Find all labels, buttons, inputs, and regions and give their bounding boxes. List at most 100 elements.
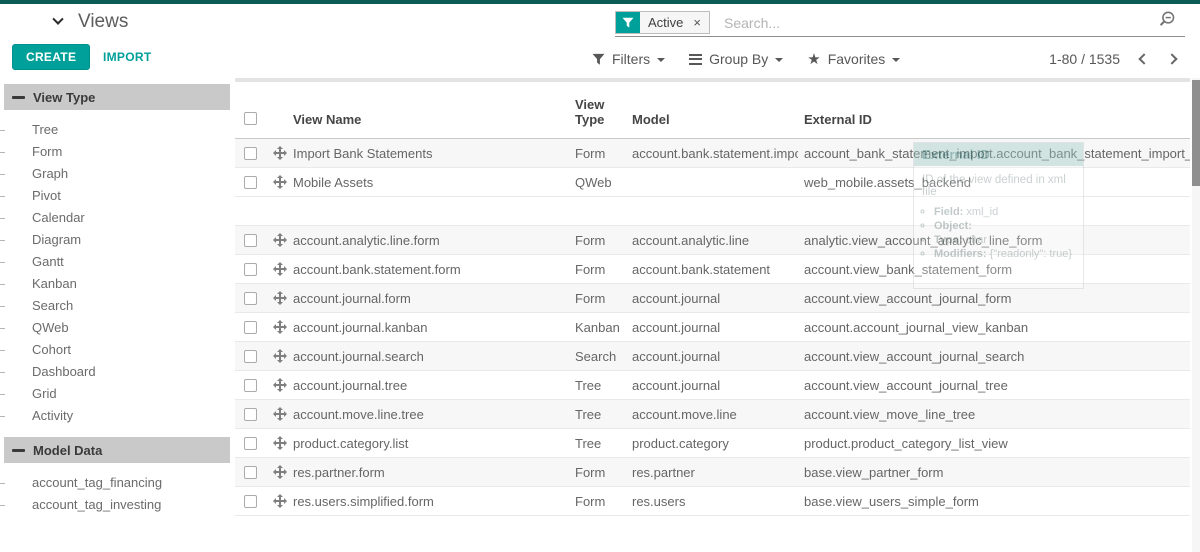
row-checkbox[interactable] [244,263,257,276]
row-checkbox[interactable] [244,176,257,189]
pager-prev-icon[interactable] [1138,53,1149,64]
scrollbar-thumb[interactable] [1192,80,1200,186]
view-name-cell: account.move.line.tree [291,407,569,422]
sidebar-item-tree[interactable]: Tree [0,119,235,141]
table-row-empty [235,197,1190,226]
filters-dropdown[interactable]: Filters [592,51,665,67]
row-checkbox[interactable] [244,234,257,247]
sidebar-item-dashboard[interactable]: Dashboard [0,361,235,383]
table-row[interactable]: product.category.listTreeproduct.categor… [235,429,1190,458]
drag-handle-icon[interactable] [273,407,287,421]
groupby-dropdown[interactable]: Group By [689,51,783,67]
search-facet-label: Active [640,12,691,33]
search-input[interactable] [710,15,1158,31]
view-type-cell: Tree [569,378,626,393]
select-all-checkbox[interactable] [244,112,257,125]
table-row[interactable]: account.journal.searchSearchaccount.jour… [235,342,1190,371]
table-row[interactable]: res.partner.formFormres.partnerbase.view… [235,458,1190,487]
pager-next-icon[interactable] [1166,53,1177,64]
sidebar-item-diagram[interactable]: Diagram [0,229,235,251]
sidebar-item-search[interactable]: Search [0,295,235,317]
table-row[interactable]: account.journal.treeTreeaccount.journala… [235,371,1190,400]
table-row[interactable]: account.move.line.treeTreeaccount.move.l… [235,400,1190,429]
drag-handle-icon[interactable] [273,320,287,334]
sidebar-item-form[interactable]: Form [0,141,235,163]
drag-handle-icon[interactable] [273,494,287,508]
table-header: View Name View Type Model External ID [235,82,1190,139]
model-data-list: account_tag_financingaccount_tag_investi… [0,472,235,516]
row-checkbox[interactable] [244,466,257,479]
favorites-label: Favorites [828,51,886,67]
sidebar-item-account-tag-financing[interactable]: account_tag_financing [0,472,235,494]
external-id-cell: analytic.view_account_analytic_line_form [798,233,1190,248]
table-row[interactable]: account.journal.formFormaccount.journala… [235,284,1190,313]
model-cell: res.users [626,494,798,509]
pager: 1-80 / 1535 [1049,40,1176,78]
row-checkbox[interactable] [244,408,257,421]
sidebar-item-pivot[interactable]: Pivot [0,185,235,207]
drag-handle-icon[interactable] [273,349,287,363]
row-checkbox[interactable] [244,321,257,334]
column-header-external-id[interactable]: External ID [798,112,1190,138]
table-row[interactable]: Mobile AssetsQWebweb_mobile.assets_backe… [235,168,1190,197]
sidebar-item-qweb[interactable]: QWeb [0,317,235,339]
drag-handle-icon[interactable] [273,146,287,160]
row-checkbox[interactable] [244,437,257,450]
drag-handle-icon[interactable] [273,233,287,247]
model-cell: product.category [626,436,798,451]
header: Views Active × [0,4,1200,40]
sidebar-item-graph[interactable]: Graph [0,163,235,185]
section-title: Model Data [33,443,102,458]
column-header-view-name[interactable]: View Name [291,112,569,138]
drag-handle-icon[interactable] [273,291,287,305]
view-type-cell: Tree [569,436,626,451]
facet-close-icon[interactable]: × [691,12,709,33]
table-row[interactable]: account.analytic.line.formFormaccount.an… [235,226,1190,255]
sidebar-item-gantt[interactable]: Gantt [0,251,235,273]
external-id-cell: account.view_account_journal_form [798,291,1190,306]
table-row[interactable]: account.bank.statement.formFormaccount.b… [235,255,1190,284]
view-name-cell: product.category.list [291,436,569,451]
vertical-scrollbar[interactable] [1192,78,1200,552]
view-type-list: TreeFormGraphPivotCalendarDiagramGanttKa… [0,119,235,427]
column-header-view-type[interactable]: View Type [569,97,626,138]
import-button[interactable]: IMPORT [97,49,157,65]
view-name-cell: account.journal.search [291,349,569,364]
column-header-model[interactable]: Model [626,112,798,138]
sidebar-item-account-tag-investing[interactable]: account_tag_investing [0,494,235,516]
table-row[interactable]: account.journal.kanbanKanbanaccount.jour… [235,313,1190,342]
row-checkbox[interactable] [244,292,257,305]
external-id-cell: account.account_journal_view_kanban [798,320,1190,335]
sidebar-item-calendar[interactable]: Calendar [0,207,235,229]
row-checkbox[interactable] [244,495,257,508]
search-options: Filters Group By ★ Favorites [592,40,900,78]
row-checkbox[interactable] [244,379,257,392]
sidebar-section-model-data: Model Data [4,437,230,463]
sidebar-item-kanban[interactable]: Kanban [0,273,235,295]
table-row[interactable]: Import Bank StatementsFormaccount.bank.s… [235,139,1190,168]
view-type-cell: QWeb [569,175,626,190]
external-id-cell: account.view_bank_statement_form [798,262,1190,277]
sidebar-item-activity[interactable]: Activity [0,405,235,427]
sidebar-item-grid[interactable]: Grid [0,383,235,405]
view-name-cell: Mobile Assets [291,175,569,190]
favorites-dropdown[interactable]: ★ Favorites [807,51,900,67]
create-button[interactable]: CREATE [12,44,90,70]
row-checkbox[interactable] [244,147,257,160]
view-type-cell: Form [569,233,626,248]
drag-handle-icon[interactable] [273,175,287,189]
search-facet-active[interactable]: Active × [615,11,710,34]
drag-handle-icon[interactable] [273,465,287,479]
search-bar[interactable]: Active × [615,9,1185,37]
external-id-cell: product.product_category_list_view [798,436,1190,451]
view-type-cell: Form [569,465,626,480]
row-checkbox[interactable] [244,350,257,363]
drag-handle-icon[interactable] [273,436,287,450]
sidebar-item-cohort[interactable]: Cohort [0,339,235,361]
drag-handle-icon[interactable] [273,378,287,392]
view-name-cell: res.partner.form [291,465,569,480]
drag-handle-icon[interactable] [273,262,287,276]
views-menu-caret-icon[interactable] [52,14,63,25]
search-magnifier-icon[interactable] [1158,10,1177,34]
breadcrumb: Views [54,11,128,33]
